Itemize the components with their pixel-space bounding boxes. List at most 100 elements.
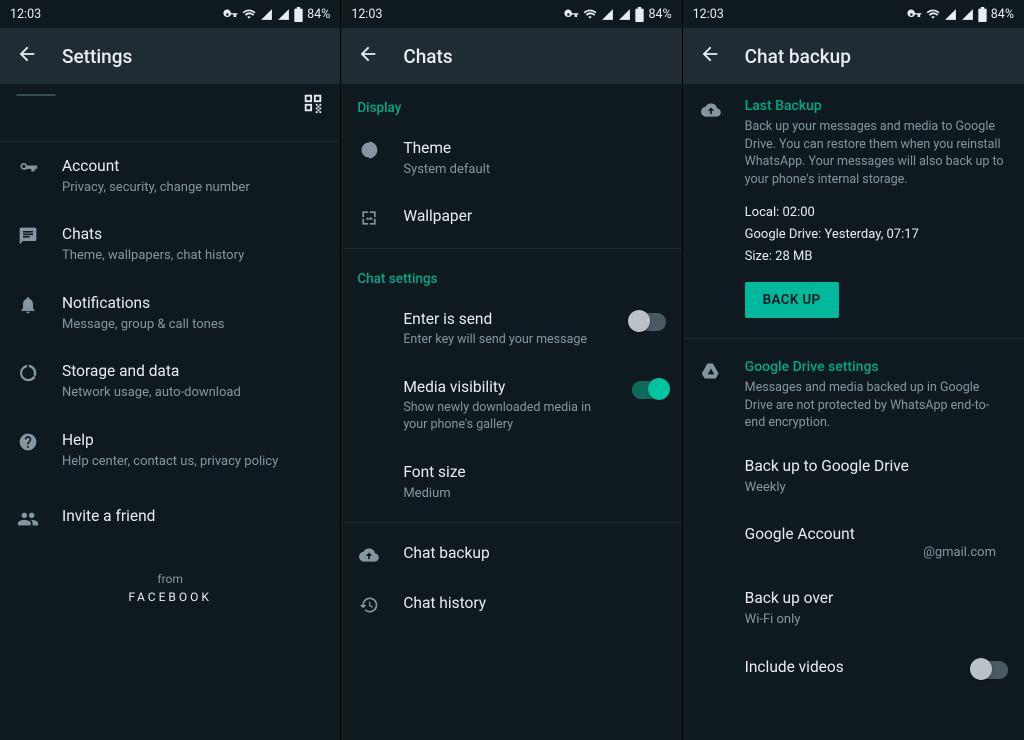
item-title: Chat history <box>403 593 665 614</box>
back-button[interactable] <box>699 43 721 69</box>
gdrive-desc: Messages and media backed up in Google D… <box>745 379 1008 432</box>
item-title: Account <box>62 156 324 177</box>
status-time: 12:03 <box>10 7 41 22</box>
status-right: 84% <box>564 7 671 22</box>
chats-item-chat-backup[interactable]: Chat backup <box>341 529 681 579</box>
status-time: 12:03 <box>693 7 724 22</box>
signal-icon <box>601 8 614 21</box>
chats-item-chat-history[interactable]: Chat history <box>341 579 681 629</box>
account-value: @gmail.com <box>745 545 1002 560</box>
item-sub: Theme, wallpapers, chat history <box>62 247 324 265</box>
backup-frequency[interactable]: Back up to Google Drive Weekly <box>683 446 1024 510</box>
qr-code-button[interactable] <box>302 92 324 118</box>
item-sub: Help center, contact us, privacy policy <box>62 453 324 471</box>
battery-pct: 84% <box>991 7 1014 22</box>
signal-icon <box>944 8 957 21</box>
last-backup-block: Last Backup Back up your messages and me… <box>683 84 1024 332</box>
settings-item-notifications[interactable]: Notifications Message, group & call tone… <box>0 279 340 347</box>
bell-icon <box>16 295 40 315</box>
theme-icon <box>357 140 381 160</box>
wifi-icon <box>583 7 597 21</box>
item-sub: Privacy, security, change number <box>62 179 324 197</box>
footer-brand: FACEBOOK <box>0 590 340 604</box>
backup-over[interactable]: Back up over Wi-Fi only <box>683 574 1024 642</box>
status-bar: 12:03 84% <box>0 0 340 28</box>
last-backup-desc: Back up your messages and media to Googl… <box>745 118 1008 188</box>
item-title: Wallpaper <box>403 206 665 227</box>
backup-size: Size: 28 MB <box>745 246 1008 268</box>
cloud-upload-icon <box>357 545 381 565</box>
wifi-icon <box>242 7 256 21</box>
chats-pane: 12:03 84% Chats Display Theme System def… <box>341 0 682 740</box>
google-account[interactable]: Google Account @gmail.com <box>683 510 1024 574</box>
enter-is-send-toggle[interactable] <box>632 313 666 331</box>
item-title: Font size <box>403 462 659 483</box>
chat-backup-pane: 12:03 84% Chat backup Last Backup Back u… <box>683 0 1024 740</box>
app-bar: Chat backup <box>683 28 1024 84</box>
divider <box>341 248 681 249</box>
item-sub: Enter key will send your message <box>403 332 603 349</box>
chats-item-theme[interactable]: Theme System default <box>341 124 681 192</box>
app-bar: Settings <box>0 28 340 84</box>
chats-item-font-size[interactable]: Font size Medium <box>341 448 681 516</box>
app-bar: Chats <box>341 28 681 84</box>
status-time: 12:03 <box>351 7 382 22</box>
avatar <box>16 94 56 96</box>
item-title: Help <box>62 430 324 451</box>
cloud-upload-icon <box>699 100 723 120</box>
settings-item-storage[interactable]: Storage and data Network usage, auto-dow… <box>0 347 340 415</box>
battery-pct: 84% <box>648 7 671 22</box>
item-title: Media visibility <box>403 377 603 398</box>
item-title: Storage and data <box>62 361 324 382</box>
include-videos[interactable]: Include videos <box>683 643 1024 693</box>
section-chat-settings: Chat settings <box>341 255 681 295</box>
vpn-key-icon <box>564 7 579 22</box>
backup-local: Local: 02:00 <box>745 202 1008 224</box>
google-drive-icon <box>699 361 723 381</box>
history-icon <box>357 595 381 615</box>
item-sub: Medium <box>403 485 659 503</box>
chats-item-enter-is-send[interactable]: Enter is send Enter key will send your m… <box>341 295 681 363</box>
settings-item-invite[interactable]: Invite a friend <box>0 484 340 544</box>
page-title: Settings <box>62 45 132 68</box>
people-icon <box>16 508 40 530</box>
media-visibility-toggle[interactable] <box>632 381 666 399</box>
item-sub: Wi-Fi only <box>745 611 1002 629</box>
last-backup-title: Last Backup <box>745 98 1008 114</box>
item-title: Include videos <box>745 657 946 678</box>
signal-icon-2 <box>618 8 631 21</box>
chat-icon <box>16 226 40 246</box>
battery-icon <box>294 7 303 22</box>
settings-item-help[interactable]: Help Help center, contact us, privacy po… <box>0 416 340 484</box>
item-title: Back up to Google Drive <box>745 456 1002 477</box>
divider <box>683 338 1024 339</box>
arrow-back-icon <box>357 43 379 65</box>
section-display: Display <box>341 84 681 124</box>
divider <box>341 522 681 523</box>
include-videos-toggle[interactable] <box>974 661 1008 679</box>
signal-icon-2 <box>961 8 974 21</box>
item-title: Google Account <box>745 524 1002 545</box>
chats-item-wallpaper[interactable]: Wallpaper <box>341 192 681 242</box>
item-title: Chats <box>62 224 324 245</box>
item-title: Notifications <box>62 293 324 314</box>
item-title: Chat backup <box>403 543 665 564</box>
battery-icon <box>635 7 644 22</box>
settings-item-account[interactable]: Account Privacy, security, change number <box>0 142 340 210</box>
status-right: 84% <box>907 7 1014 22</box>
page-title: Chats <box>403 45 452 68</box>
wallpaper-icon <box>357 208 381 228</box>
battery-icon <box>978 7 987 22</box>
chats-item-media-visibility[interactable]: Media visibility Show newly downloaded m… <box>341 363 681 448</box>
item-sub: Network usage, auto-download <box>62 384 324 402</box>
battery-pct: 84% <box>307 7 330 22</box>
backup-details: Local: 02:00 Google Drive: Yesterday, 07… <box>745 202 1008 268</box>
footer: from FACEBOOK <box>0 544 340 604</box>
backup-button[interactable]: BACK UP <box>745 282 839 318</box>
back-button[interactable] <box>16 43 38 69</box>
gdrive-title: Google Drive settings <box>745 359 1008 375</box>
profile-header[interactable] <box>0 84 340 142</box>
item-sub: Message, group & call tones <box>62 316 324 334</box>
back-button[interactable] <box>357 43 379 69</box>
settings-item-chats[interactable]: Chats Theme, wallpapers, chat history <box>0 210 340 278</box>
